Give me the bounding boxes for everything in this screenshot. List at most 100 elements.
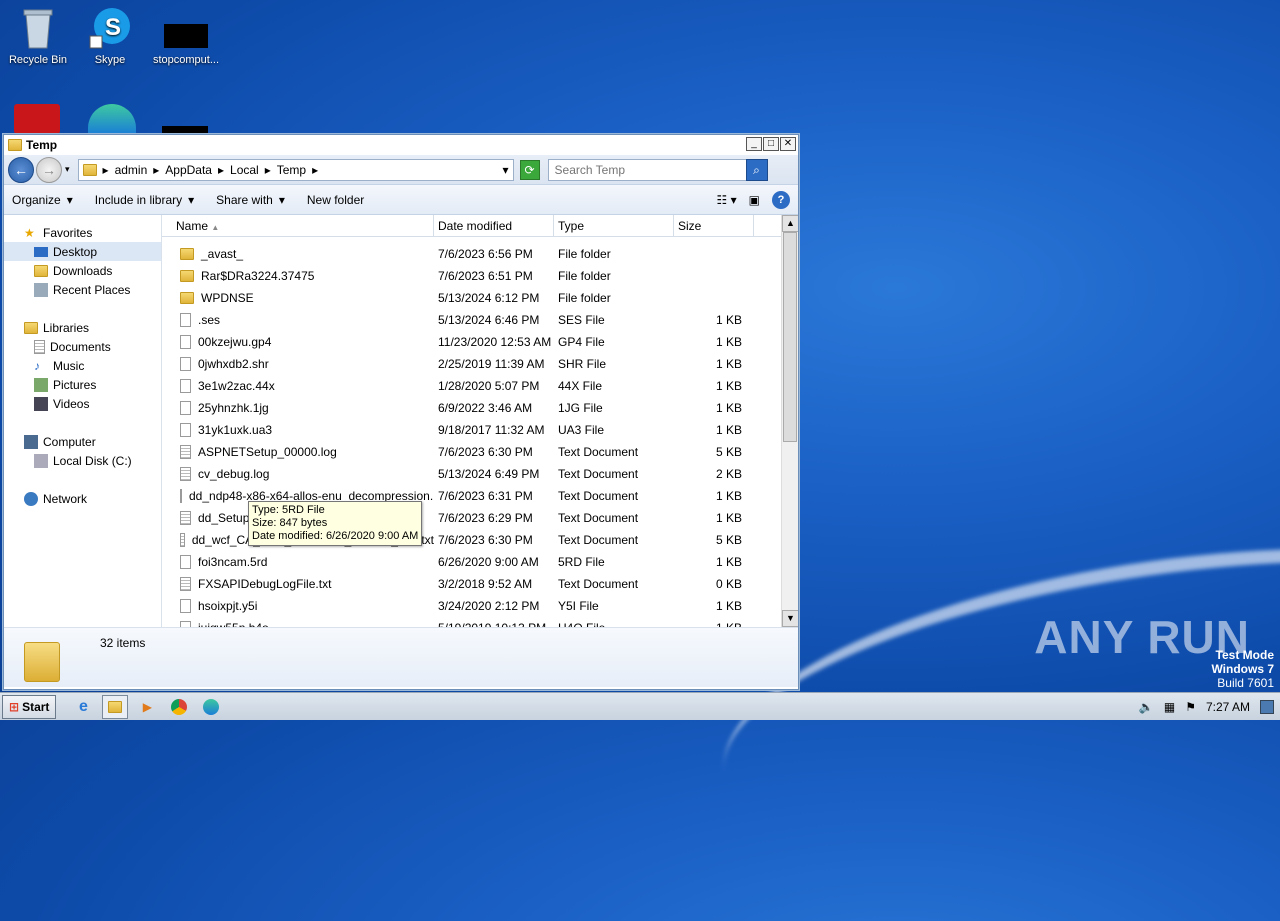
address-dropdown-icon[interactable]: ▾ xyxy=(503,163,509,177)
scroll-thumb[interactable] xyxy=(783,232,797,442)
file-name-cell[interactable]: 31yk1uxk.ua3 xyxy=(162,423,434,437)
file-name-cell[interactable]: _avast_ xyxy=(162,247,434,261)
os-line: Windows 7 xyxy=(1211,662,1274,676)
internet-explorer-icon[interactable]: e xyxy=(70,695,96,719)
acrobat-icon[interactable] xyxy=(14,104,60,134)
maximize-button[interactable]: □ xyxy=(763,137,779,151)
network-tray-icon[interactable]: ▦ xyxy=(1164,700,1175,714)
nav-item-documents[interactable]: Documents xyxy=(4,337,161,356)
back-button[interactable]: ← xyxy=(8,156,34,183)
preview-pane-icon[interactable]: ▣ xyxy=(749,193,760,207)
desktop-icon-skype[interactable]: S Skype xyxy=(72,0,148,66)
new-folder-button[interactable]: New folder xyxy=(307,193,364,207)
nav-network[interactable]: Network xyxy=(4,489,161,508)
breadcrumb-separator-icon[interactable]: ▸ xyxy=(312,163,318,177)
table-row[interactable]: .ses 5/13/2024 6:46 PM SES File 1 KB xyxy=(162,309,798,331)
breadcrumb-separator-icon[interactable]: ▸ xyxy=(265,163,271,177)
table-row[interactable]: 0jwhxdb2.shr 2/25/2019 11:39 AM SHR File 1 … xyxy=(162,353,798,375)
table-row[interactable]: 31yk1uxk.ua3 9/18/2017 11:32 AM UA3 File 1 … xyxy=(162,419,798,441)
explorer-taskbar-icon[interactable] xyxy=(102,694,129,719)
file-name-cell[interactable]: FXSAPIDebugLogFile.txt xyxy=(162,577,434,591)
table-row[interactable]: ASPNETSetup_00000.log 7/6/2023 6:30 PM Tex… xyxy=(162,441,798,463)
nav-favorites[interactable]: ★ Favorites xyxy=(4,223,161,242)
refresh-button[interactable]: ⟳ xyxy=(519,159,540,180)
file-name-cell[interactable]: foi3ncam.5rd xyxy=(162,555,434,569)
forward-button[interactable]: → xyxy=(36,156,62,183)
file-date: 7/6/2023 6:30 PM xyxy=(438,445,533,459)
file-name-cell[interactable]: iujqw55n.h4o xyxy=(162,621,434,627)
nav-item-recent-places[interactable]: Recent Places xyxy=(4,280,161,299)
help-icon[interactable]: ? xyxy=(772,190,790,209)
edge-taskbar-icon[interactable] xyxy=(198,695,224,719)
column-header-type[interactable]: Type xyxy=(554,215,674,236)
column-header-size[interactable]: Size xyxy=(674,215,754,236)
minimize-button[interactable]: _ xyxy=(746,137,762,151)
clock[interactable]: 7:27 AM xyxy=(1206,700,1250,714)
table-row[interactable]: foi3ncam.5rd 6/26/2020 9:00 AM 5RD File 1 K… xyxy=(162,551,798,573)
breadcrumb-local[interactable]: Local ▸ xyxy=(230,163,271,177)
table-row[interactable]: _avast_ 7/6/2023 6:56 PM File folder xyxy=(162,243,798,265)
breadcrumb-appdata[interactable]: AppData ▸ xyxy=(165,163,224,177)
table-row[interactable]: cv_debug.log 5/13/2024 6:49 PM Text Docume… xyxy=(162,463,798,485)
nav-item-local-disk[interactable]: Local Disk (C:) xyxy=(4,451,161,470)
breadcrumb-admin[interactable]: admin ▸ xyxy=(115,163,160,177)
file-name-cell[interactable]: 00kzejwu.gp4 xyxy=(162,335,434,349)
nav-item-desktop[interactable]: Desktop xyxy=(4,242,161,261)
breadcrumb-temp[interactable]: Temp ▸ xyxy=(277,163,318,177)
recent-pages-chevron-icon[interactable]: ▾ xyxy=(65,164,70,175)
column-header-date[interactable]: Date modified xyxy=(434,215,554,236)
title-bar[interactable]: Temp _ □ ✕ xyxy=(4,135,798,155)
search-input[interactable] xyxy=(554,162,745,177)
volume-icon[interactable]: 🔈 xyxy=(1139,700,1154,714)
search-icon[interactable]: ⌕ xyxy=(745,158,768,181)
close-button[interactable]: ✕ xyxy=(780,137,796,151)
table-row[interactable]: WPDNSE 5/13/2024 6:12 PM File folder xyxy=(162,287,798,309)
table-row[interactable]: 25yhnzhk.1jg 6/9/2022 3:46 AM 1JG File 1 KB xyxy=(162,397,798,419)
action-center-flag-icon[interactable]: ⚑ xyxy=(1185,700,1196,714)
scroll-down-button[interactable]: ▼ xyxy=(782,610,798,627)
show-desktop-icon[interactable] xyxy=(1260,699,1274,714)
breadcrumb-separator-icon[interactable]: ▸ xyxy=(103,163,109,177)
nav-label: Desktop xyxy=(53,244,98,259)
file-name-cell[interactable]: cv_debug.log xyxy=(162,467,434,481)
breadcrumb-separator-icon[interactable]: ▸ xyxy=(218,163,224,177)
file-name-cell[interactable]: Rar$DRa3224.37475 xyxy=(162,269,434,283)
edge-icon[interactable] xyxy=(88,104,136,134)
vertical-scrollbar[interactable]: ▲ ▼ xyxy=(781,215,798,627)
nav-libraries[interactable]: Libraries xyxy=(4,318,161,337)
file-name-cell[interactable]: WPDNSE xyxy=(162,291,434,305)
file-name-cell[interactable]: 3e1w2zac.44x xyxy=(162,379,434,393)
nav-computer[interactable]: Computer xyxy=(4,432,161,451)
table-row[interactable]: hsoixpjt.y5i 3/24/2020 2:12 PM Y5I File 1 K… xyxy=(162,595,798,617)
start-button[interactable]: ⊞ Start xyxy=(2,694,57,719)
search-box[interactable]: ⌕ xyxy=(547,158,768,181)
table-row[interactable]: 3e1w2zac.44x 1/28/2020 5:07 PM 44X File 1 K… xyxy=(162,375,798,397)
desktop-icon-recycle-bin[interactable]: Recycle Bin xyxy=(0,0,76,66)
column-header-name[interactable]: Name ▲ xyxy=(162,215,434,236)
table-row[interactable]: Rar$DRa3224.37475 7/6/2023 6:51 PM File fo… xyxy=(162,265,798,287)
desktop-icon-stopcomputer[interactable]: stopcomput... xyxy=(148,0,224,66)
file-name-cell[interactable]: 25yhnzhk.1jg xyxy=(162,401,434,415)
file-name-cell[interactable]: ASPNETSetup_00000.log xyxy=(162,445,434,459)
file-name-cell[interactable]: .ses xyxy=(162,313,434,327)
nav-item-downloads[interactable]: Downloads xyxy=(4,261,161,280)
nav-item-music[interactable]: ♪ Music xyxy=(4,356,161,375)
table-row[interactable]: FXSAPIDebugLogFile.txt 3/2/2018 9:52 AM Te… xyxy=(162,573,798,595)
table-row[interactable]: iujqw55n.h4o 5/19/2019 10:13 PMH4O File1 … xyxy=(162,617,798,627)
scroll-up-button[interactable]: ▲ xyxy=(782,215,798,232)
chrome-icon[interactable] xyxy=(166,695,192,719)
media-player-icon[interactable]: ▶ xyxy=(134,695,160,719)
nav-item-videos[interactable]: Videos xyxy=(4,394,161,413)
file-name-cell[interactable]: 0jwhxdb2.shr xyxy=(162,357,434,371)
file-icon[interactable] xyxy=(162,126,208,134)
share-with-button[interactable]: Share with ▾ xyxy=(216,193,285,207)
view-options-icon[interactable]: ☷ ▾ xyxy=(717,193,737,207)
breadcrumb-separator-icon[interactable]: ▸ xyxy=(153,163,159,177)
organize-label: Organize xyxy=(12,192,61,207)
nav-item-pictures[interactable]: Pictures xyxy=(4,375,161,394)
organize-button[interactable]: Organize ▾ xyxy=(12,193,73,207)
table-row[interactable]: 00kzejwu.gp4 11/23/2020 12:53 AM GP4 File 1… xyxy=(162,331,798,353)
address-bar[interactable]: ▸ admin ▸ AppData ▸ Local ▸ Temp ▸ ▾ xyxy=(77,158,514,181)
include-in-library-button[interactable]: Include in library ▾ xyxy=(95,193,194,207)
file-name-cell[interactable]: hsoixpjt.y5i xyxy=(162,599,434,613)
